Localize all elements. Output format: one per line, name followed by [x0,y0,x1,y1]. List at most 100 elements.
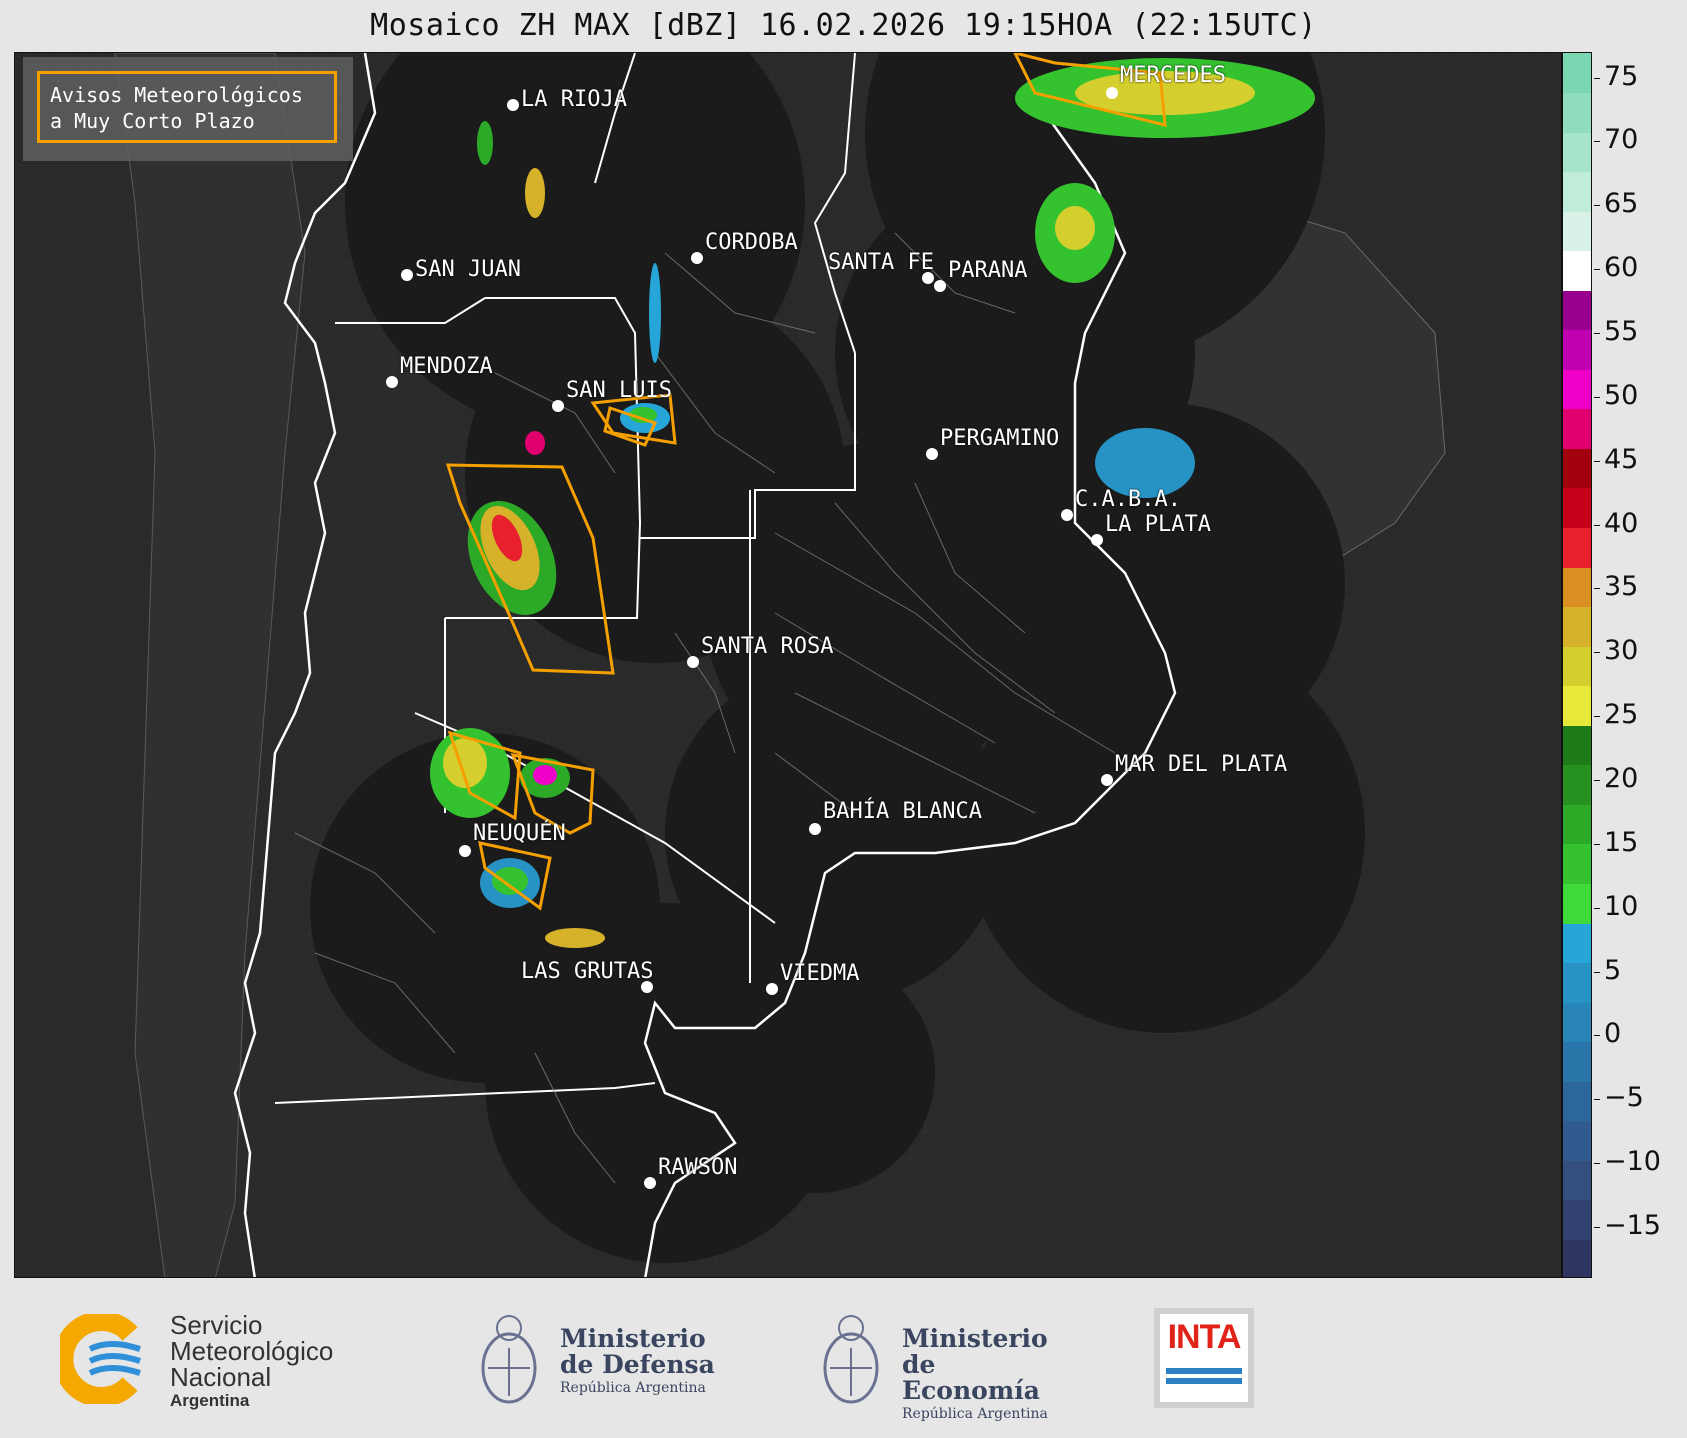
legend-line-2: a Muy Corto Plazo [50,109,255,133]
colorbar-tick-label: 55 [1604,315,1639,347]
defensa-line-3: República Argentina [560,1380,706,1396]
colorbar-tick-label: −15 [1604,1209,1661,1241]
city-label: C.A.B.A. [1075,487,1181,512]
smn-line-1: Servicio [170,1310,263,1340]
colorbar-tick-label: 30 [1604,635,1639,667]
radar-map[interactable]: Avisos Meteorológicos a Muy Corto Plazo … [14,52,1562,1278]
city-label: LA PLATA [1105,512,1211,537]
city-label: LA RIOJA [521,87,627,112]
colorbar-band [1563,1041,1591,1082]
economia-line-3: República Argentina [902,1406,1048,1422]
colorbar-tick-label: 65 [1604,188,1639,220]
inta-label: INTA [1167,1318,1242,1356]
colorbar-band [1563,527,1591,568]
colorbar-tick-label: −10 [1604,1146,1661,1178]
smn-line-3: Nacional [170,1362,272,1392]
colorbar-band [1563,1002,1591,1043]
warning-legend: Avisos Meteorológicos a Muy Corto Plazo [23,57,353,161]
city-label: VIEDMA [780,961,860,986]
colorbar-band [1563,290,1591,331]
colorbar-tick-label: 60 [1604,252,1639,284]
colorbar-tick-label: 5 [1604,954,1622,986]
smn-logo[interactable]: Servicio Meteorológico Nacional Argentin… [60,1308,360,1418]
smn-line-4: Argentina [170,1391,250,1410]
city-label: MENDOZA [400,354,493,379]
colorbar-band [1563,923,1591,964]
colorbar-band [1563,1160,1591,1201]
city-label: LAS GRUTAS [521,959,654,984]
colorbar-band [1563,53,1591,93]
city-label: SAN LUIS [566,378,672,403]
colorbar-band [1563,448,1591,489]
city-label: CORDOBA [705,230,798,255]
colorbar-tick-label: 35 [1604,571,1639,603]
colorbar-band [1563,132,1591,173]
city-marker [766,983,778,995]
city-marker [401,269,413,281]
colorbar-tick-label: 0 [1604,1018,1622,1050]
colorbar-band [1563,171,1591,212]
colorbar-tick-label: 25 [1604,699,1639,731]
warning-legend-swatch: Avisos Meteorológicos a Muy Corto Plazo [37,71,337,143]
city-label: PERGAMINO [940,426,1060,451]
city-marker [507,99,519,111]
colorbar-band [1563,1120,1591,1161]
city-label: SAN JUAN [415,257,521,282]
city-label: NEUQUÉN [473,821,566,846]
colorbar-tick-label: 20 [1604,762,1639,794]
coat-of-arms-icon [481,1315,537,1404]
colorbar-band [1563,1199,1591,1240]
city-marker [644,1177,656,1189]
map-title: Mosaico ZH MAX [dBZ] 16.02.2026 19:15HOA… [370,8,1317,43]
colorbar-band [1563,962,1591,1003]
city-marker [1101,774,1113,786]
coat-of-arms-icon [823,1315,879,1404]
city-label: PARANA [948,258,1028,283]
colorbar-band [1563,646,1591,687]
colorbar-tick-label: 45 [1604,443,1639,475]
dbz-colorbar [1562,52,1592,1278]
inta-logo[interactable]: INTA [1154,1308,1254,1408]
city-label: MERCEDES [1120,63,1226,88]
city-marker [934,280,946,292]
economia-line-2: de Economía [902,1350,1040,1405]
colorbar-band [1563,250,1591,291]
economia-logo[interactable]: Ministerio de Economía República Argenti… [820,1308,1080,1422]
colorbar-band [1563,488,1591,529]
city-marker [691,252,703,264]
colorbar-tick-label: 70 [1604,124,1639,156]
colorbar-ticks: 75 70 65 60 55 50 45 40 35 30 25 20 15 10 5 0 −5 −10 −15 [1594,52,1684,1278]
colorbar-tick-label: 75 [1604,60,1639,92]
colorbar-tick-label: −5 [1604,1082,1644,1114]
colorbar-band [1563,1081,1591,1122]
colorbar-tick-label: 10 [1604,890,1639,922]
city-label: BAHÍA BLANCA [823,799,982,824]
city-marker [386,376,398,388]
city-marker [926,448,938,460]
city-marker [1061,509,1073,521]
colorbar-band [1563,804,1591,845]
colorbar-tick-label: 15 [1604,826,1639,858]
city-marker [809,823,821,835]
city-label: MAR DEL PLATA [1115,752,1288,777]
colorbar-band [1563,1239,1591,1277]
city-marker [687,656,699,668]
colorbar-band [1563,843,1591,884]
city-marker [1106,87,1118,99]
smn-logo-icon [60,1314,141,1404]
colorbar-band [1563,764,1591,805]
colorbar-band [1563,92,1591,133]
colorbar-band [1563,567,1591,608]
city-label: RAWSON [658,1155,738,1180]
defensa-logo[interactable]: Ministerio de Defensa República Argentin… [478,1308,738,1418]
colorbar-band [1563,329,1591,370]
colorbar-tick-label: 40 [1604,507,1639,539]
colorbar-band [1563,883,1591,924]
footer-logos: Servicio Meteorológico Nacional Argentin… [0,1278,1687,1438]
smn-line-2: Meteorológico [170,1336,334,1366]
colorbar-band [1563,606,1591,647]
colorbar-band [1563,369,1591,410]
defensa-line-2: de Defensa [560,1350,715,1379]
defensa-line-1: Ministerio [560,1324,706,1353]
colorbar-tick-label: 50 [1604,379,1639,411]
